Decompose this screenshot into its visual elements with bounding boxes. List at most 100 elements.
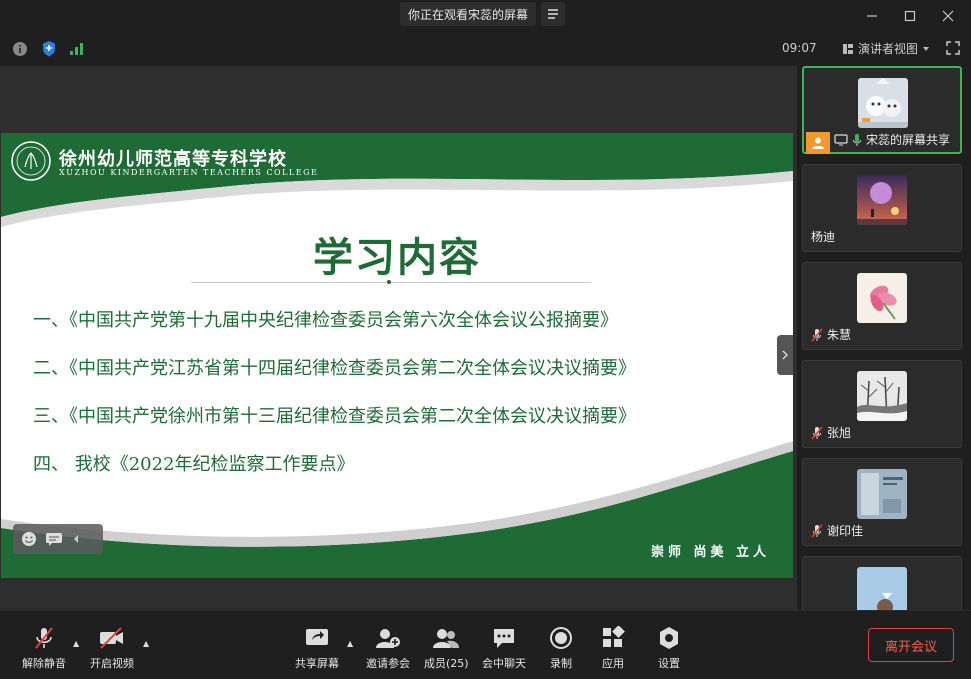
- snow-trees-thumbnail: [857, 371, 907, 421]
- participant-tile[interactable]: 杨迪: [802, 164, 962, 252]
- add-user-icon: [376, 629, 400, 648]
- agenda-item: 三、《中国共产党徐州市第十三届纪律检查委员会第二次全体会议决议摘要》: [33, 406, 636, 427]
- snow-cartoon-thumbnail: [858, 78, 908, 128]
- watching-indicator: 你正在观看宋蕊的屏幕: [400, 2, 537, 26]
- meeting-clock: 09:07: [782, 41, 817, 55]
- info-icon[interactable]: [12, 41, 28, 57]
- school-motto: 崇师 尚美 立人: [651, 545, 771, 560]
- video-off-icon: [100, 627, 123, 649]
- apps-label: 应用: [602, 657, 624, 670]
- apps-grid-icon: [603, 626, 625, 647]
- maximize-icon: [904, 10, 916, 22]
- participant-name: 杨迪: [811, 230, 836, 244]
- share-screen-button[interactable]: 共享屏幕: [295, 625, 339, 671]
- book-cover-thumbnail: [857, 469, 907, 519]
- participant-tile[interactable]: 张旭: [802, 360, 962, 448]
- participant-name-row: 谢印佳: [811, 522, 863, 539]
- pink-flower-thumbnail: [857, 273, 907, 323]
- participant-name-row: 杨迪: [811, 228, 835, 245]
- start-video-label: 开启视频: [90, 657, 134, 670]
- record-button[interactable]: 录制: [547, 625, 575, 671]
- participant-tile[interactable]: 谢印佳: [802, 458, 962, 546]
- presentation-slide: 徐州幼儿师范高等专科学校 XUZHOU KINDERGARTEN TEACHER…: [1, 133, 793, 578]
- participant-name-row: 宋蕊的屏幕共享: [834, 131, 950, 148]
- unmute-button[interactable]: 解除静音: [22, 625, 66, 671]
- participant-avatar: [857, 567, 907, 610]
- mic-on-icon: [853, 133, 861, 146]
- mic-muted-icon: [811, 327, 823, 342]
- close-icon: [942, 10, 954, 22]
- title-divider-dot: [387, 280, 391, 284]
- agenda-item: 四、 我校《2022年纪检监察工作要点》: [33, 454, 355, 475]
- minimize-icon: [867, 15, 877, 17]
- chat-button[interactable]: 会中聊天: [482, 625, 526, 671]
- meeting-toolbar: 解除静音 ▲ 开启视频 ▲ 共享屏幕 ▲ 邀请参会 成员(25) 会中聊天 录制: [0, 610, 971, 679]
- watching-menu-button[interactable]: [541, 2, 565, 26]
- chat-label: 会中聊天: [482, 657, 526, 670]
- share-options-caret[interactable]: ▲: [347, 639, 353, 648]
- view-mode-label: 演讲者视图: [858, 42, 919, 56]
- participant-avatar: [857, 469, 907, 519]
- start-video-button[interactable]: 开启视频: [90, 625, 134, 671]
- scroll-down-icon[interactable]: [881, 591, 893, 601]
- settings-label: 设置: [658, 657, 680, 670]
- shared-screen-stage: 徐州幼儿师范高等专科学校 XUZHOU KINDERGARTEN TEACHER…: [0, 66, 797, 610]
- minimize-button[interactable]: [862, 6, 882, 26]
- title-bar: 你正在观看宋蕊的屏幕: [0, 0, 971, 32]
- title-divider: [191, 282, 591, 283]
- maximize-button[interactable]: [900, 6, 920, 26]
- watching-label: 你正在观看宋蕊的屏幕: [408, 7, 529, 22]
- chevron-right-icon: [782, 350, 788, 360]
- participant-name: 宋蕊的屏幕共享: [866, 133, 951, 147]
- settings-gear-icon: [660, 627, 678, 649]
- fullscreen-icon[interactable]: [946, 41, 960, 55]
- collapse-left-icon[interactable]: [71, 531, 81, 547]
- mic-muted-icon: [811, 425, 823, 440]
- participant-tile[interactable]: [802, 556, 962, 610]
- list-icon: [548, 9, 558, 19]
- caret-down-icon: [923, 46, 930, 51]
- signal-strength-icon[interactable]: [69, 42, 85, 56]
- security-shield-icon[interactable]: [41, 40, 57, 58]
- mic-muted-icon: [811, 523, 823, 538]
- chat-icon: [494, 629, 514, 648]
- invite-button[interactable]: 邀请参会: [366, 625, 410, 671]
- participant-avatar: [857, 175, 907, 225]
- record-icon: [550, 627, 572, 649]
- participant-sidebar: 宋蕊的屏幕共享 杨迪 朱慧 张旭 谢印佳: [797, 66, 971, 610]
- participant-name-row: 张旭: [811, 424, 851, 441]
- screen-share-icon: [834, 133, 848, 145]
- audio-options-caret[interactable]: ▲: [73, 639, 79, 648]
- members-icon: [433, 629, 460, 648]
- share-screen-label: 共享屏幕: [295, 657, 339, 670]
- video-options-caret[interactable]: ▲: [143, 639, 149, 648]
- participant-name: 张旭: [827, 426, 852, 440]
- meeting-window: 你正在观看宋蕊的屏幕 09:07 演讲者视图 徐州幼儿师范高等专科学校 XUZH…: [0, 0, 971, 679]
- invite-label: 邀请参会: [366, 657, 410, 670]
- participant-avatar: [857, 273, 907, 323]
- share-screen-icon: [306, 629, 328, 645]
- participant-avatar: [857, 371, 907, 421]
- participant-tile-screen-share[interactable]: 宋蕊的屏幕共享: [802, 66, 962, 154]
- slide-title: 学习内容: [313, 234, 481, 281]
- leave-meeting-button[interactable]: 离开会议: [868, 628, 954, 662]
- participant-name: 谢印佳: [827, 524, 864, 538]
- participant-name: 朱慧: [827, 328, 852, 342]
- close-button[interactable]: [938, 6, 958, 26]
- emoji-icon[interactable]: [21, 531, 37, 547]
- sidebar-scrollbar[interactable]: [966, 66, 971, 610]
- speaker-view-icon: [843, 43, 853, 54]
- apps-button[interactable]: 应用: [599, 625, 627, 671]
- space-astronaut-thumbnail: [857, 175, 907, 225]
- participant-tile[interactable]: 朱慧: [802, 262, 962, 350]
- participant-avatar: [858, 78, 908, 128]
- agenda-item: 一、《中国共产党第十九届中央纪律检查委员会第六次全体会议公报摘要》: [33, 310, 618, 331]
- settings-button[interactable]: 设置: [655, 625, 683, 671]
- view-mode-switch[interactable]: 演讲者视图: [842, 40, 930, 57]
- comment-icon[interactable]: [45, 531, 63, 547]
- agenda-item: 二、《中国共产党江苏省第十四届纪律检查委员会第二次全体会议决议摘要》: [33, 358, 636, 379]
- participant-name-row: 朱慧: [811, 326, 851, 343]
- members-button[interactable]: 成员(25): [424, 625, 469, 671]
- sidebar-toggle[interactable]: [777, 335, 793, 375]
- host-user-icon: [812, 137, 824, 149]
